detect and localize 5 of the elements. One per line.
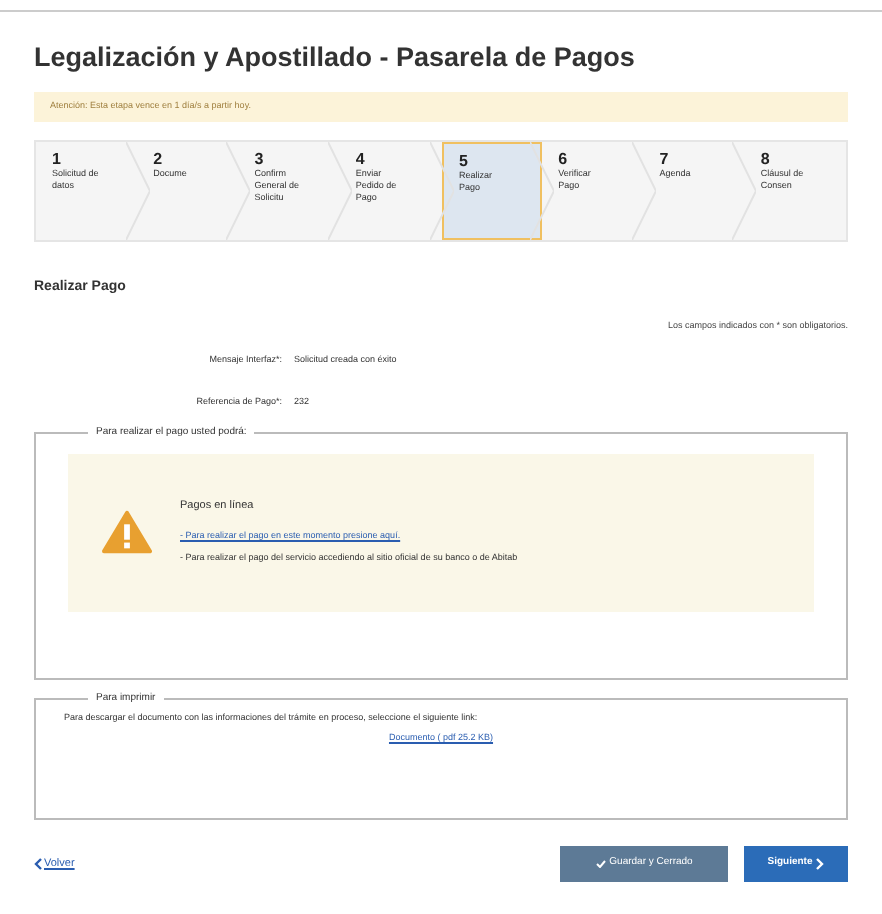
chevron-right-icon [816, 858, 825, 870]
warning-icon [102, 510, 152, 554]
check-icon [595, 860, 606, 868]
page-title: Legalización y Apostillado - Pasarela de Pagos [34, 40, 637, 76]
chevron-left-icon [34, 858, 42, 870]
